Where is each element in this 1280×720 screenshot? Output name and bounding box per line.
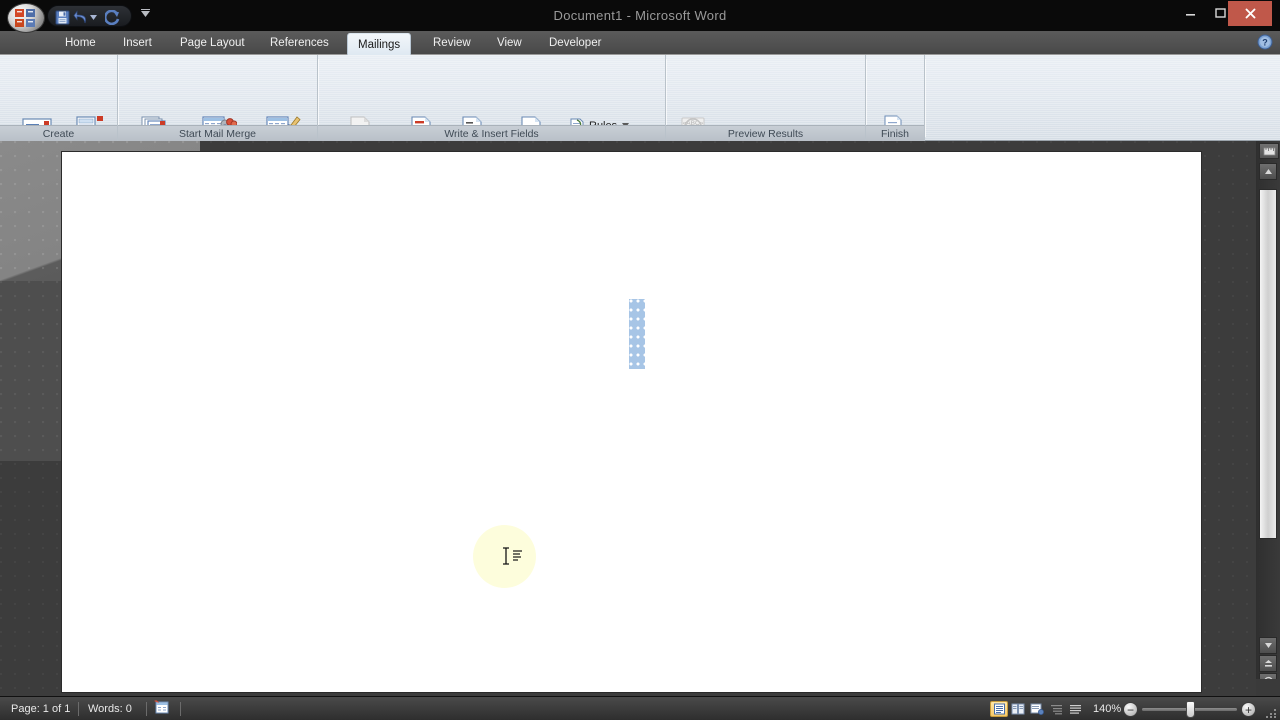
resize-grip-icon[interactable] — [1266, 709, 1277, 718]
status-separator-3 — [180, 702, 181, 716]
view-web-layout-button[interactable] — [1028, 701, 1046, 717]
ribbon-group-label-write-insert-fields: Write & Insert Fields — [318, 125, 665, 141]
help-icon: ? — [1257, 34, 1273, 50]
tab-mailings[interactable]: Mailings — [347, 33, 412, 55]
ribbon-group-start-mail-merge: Start Mail Merge — [118, 55, 319, 180]
maximize-icon — [1215, 8, 1226, 18]
draft-icon — [1069, 704, 1081, 714]
window-title: Document1 - Microsoft Word — [553, 8, 727, 23]
ribbon-group-finish: Finish & Merge Finish — [866, 55, 926, 168]
undo-icon — [73, 9, 86, 23]
tab-developer[interactable]: Developer — [539, 31, 611, 55]
ribbon-group-preview-results: «ABC» Preview Results 1 — [666, 55, 867, 168]
word-count[interactable]: Words: 0 — [80, 697, 140, 720]
tab-page-layout[interactable]: Page Layout — [170, 31, 255, 55]
ribbon-group-create: Envelopes Labels Create — [0, 55, 119, 156]
ribbon-group-label-finish: Finish — [866, 125, 924, 141]
view-ruler-button[interactable] — [1259, 143, 1279, 159]
undo-dropdown[interactable] — [89, 8, 98, 26]
scroll-down-button[interactable] — [1259, 637, 1277, 654]
ribbon-tab-strip: Home Insert Page Layout References Maili… — [0, 31, 1280, 55]
ribbon-group-label-preview-results: Preview Results — [666, 125, 865, 141]
double-chevron-up-icon — [1264, 660, 1272, 667]
full-screen-reading-icon — [1011, 703, 1025, 715]
minimize-icon — [1186, 13, 1195, 16]
proofing-status-button[interactable] — [150, 697, 174, 720]
triangle-down-icon — [1264, 643, 1272, 648]
redo-button[interactable] — [104, 8, 122, 26]
view-print-layout-button[interactable] — [990, 701, 1008, 717]
vertical-scrollbar[interactable] — [1256, 141, 1280, 708]
ribbon-group-write-insert-fields: Highlight Merge Fields Address Block — [318, 55, 667, 177]
proofing-errors-icon — [154, 700, 169, 714]
scrollbar-thumb[interactable] — [1259, 189, 1277, 539]
web-layout-icon — [1030, 703, 1044, 715]
status-separator-1 — [78, 702, 79, 716]
view-draft-button[interactable] — [1066, 701, 1084, 717]
save-icon — [55, 10, 69, 24]
document-page[interactable] — [62, 152, 1201, 692]
customize-quick-access-toolbar-button[interactable] — [139, 8, 153, 22]
tab-references[interactable]: References — [260, 31, 339, 55]
tab-view[interactable]: View — [487, 31, 532, 55]
close-button[interactable] — [1228, 1, 1272, 26]
close-icon — [1245, 8, 1255, 19]
word-window: Document1 - Microsoft Word Home Insert P… — [0, 0, 1280, 720]
triangle-up-icon — [1264, 169, 1272, 174]
zoom-out-button[interactable]: − — [1123, 702, 1138, 717]
tab-insert[interactable]: Insert — [113, 31, 162, 55]
outline-icon — [1050, 704, 1062, 714]
title-bar: Document1 - Microsoft Word — [0, 0, 1280, 31]
document-workspace[interactable] — [0, 141, 1280, 696]
text-cursor-icon — [503, 547, 522, 565]
ribbon-group-label-start-mail-merge: Start Mail Merge — [118, 125, 317, 141]
chevron-down-icon — [141, 9, 150, 17]
zoom-slider-thumb[interactable] — [1186, 701, 1195, 718]
office-logo-icon — [15, 9, 35, 27]
svg-text:?: ? — [1262, 38, 1268, 48]
tab-home[interactable]: Home — [55, 31, 106, 55]
ruler-icon — [1263, 147, 1275, 155]
minimize-button[interactable] — [1176, 2, 1205, 24]
page-indicator[interactable]: Page: 1 of 1 — [3, 697, 78, 720]
status-separator-2 — [146, 702, 147, 716]
undo-button[interactable] — [72, 8, 90, 26]
ribbon: Envelopes Labels Create — [0, 55, 1280, 180]
selected-content-block[interactable] — [629, 299, 645, 369]
previous-page-button[interactable] — [1259, 655, 1277, 672]
zoom-in-button[interactable]: + — [1241, 702, 1256, 717]
ribbon-group-label-create: Create — [0, 125, 117, 141]
status-bar: Page: 1 of 1 Words: 0 140% − + — [0, 696, 1280, 720]
scrollbar-corner — [1256, 679, 1280, 696]
office-button[interactable] — [8, 4, 44, 32]
chevron-down-icon — [90, 14, 97, 20]
scroll-up-button[interactable] — [1259, 163, 1277, 180]
quick-access-toolbar — [47, 5, 132, 27]
view-outline-button[interactable] — [1047, 701, 1065, 717]
save-button[interactable] — [53, 8, 71, 26]
tab-review[interactable]: Review — [423, 31, 481, 55]
print-layout-icon — [993, 703, 1005, 715]
redo-icon — [105, 9, 120, 25]
help-button[interactable]: ? — [1257, 34, 1273, 50]
view-full-screen-reading-button[interactable] — [1009, 701, 1027, 717]
